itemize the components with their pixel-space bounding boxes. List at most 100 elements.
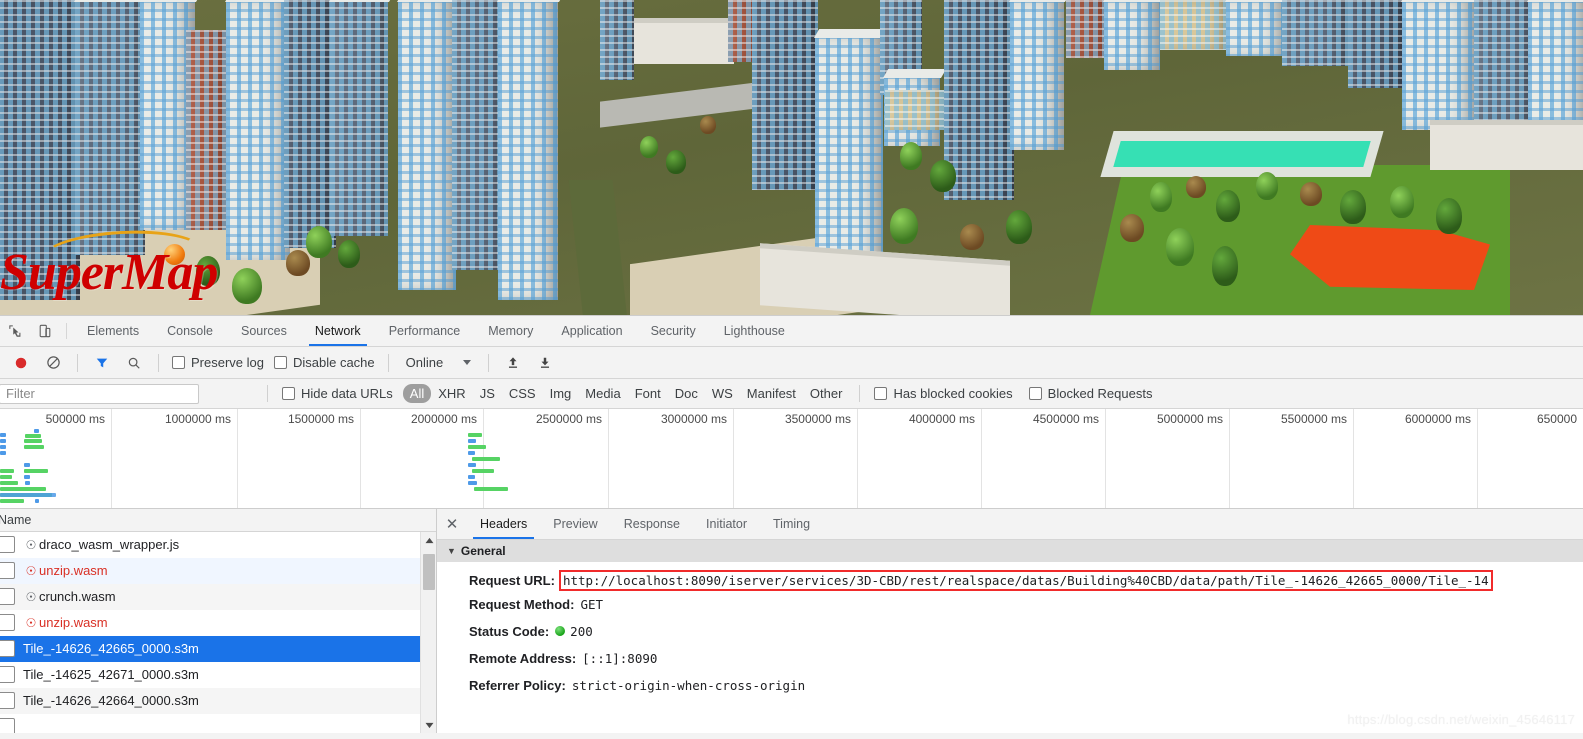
filter-type-media[interactable]: Media <box>578 384 627 403</box>
search-icon[interactable] <box>119 350 149 376</box>
throttling-select[interactable]: Online <box>398 355 480 370</box>
general-row-referrer-policy: Referrer Policy: strict-origin-when-cros… <box>469 678 1583 705</box>
row-checkbox[interactable] <box>0 640 15 657</box>
ruler-label: 6000000 ms <box>1404 412 1471 426</box>
building <box>1474 0 1534 120</box>
general-section-header[interactable]: ▼ General <box>437 540 1583 562</box>
tab-label: Security <box>650 324 696 338</box>
row-checkbox[interactable] <box>0 718 15 733</box>
request-url-value[interactable]: http://localhost:8090/iserver/services/3… <box>558 570 1493 591</box>
hide-data-urls-checkbox[interactable]: Hide data URLs <box>278 386 397 401</box>
ruler-label: 500000 ms <box>45 412 105 426</box>
overview-bar <box>0 487 46 491</box>
building <box>1009 0 1071 150</box>
tab-security[interactable]: Security <box>637 316 710 346</box>
detail-tab-timing[interactable]: Timing <box>760 509 823 539</box>
tab-console[interactable]: Console <box>153 316 227 346</box>
clear-button[interactable] <box>38 350 68 376</box>
building <box>284 0 336 248</box>
inspect-element-icon[interactable] <box>0 316 30 346</box>
overview-bar <box>0 493 56 497</box>
request-row-unzip-wasm-2[interactable]: ☉ unzip.wasm <box>0 610 436 636</box>
filter-type-font[interactable]: Font <box>628 384 668 403</box>
disable-cache-checkbox[interactable]: Disable cache <box>270 355 379 370</box>
ruler-tick <box>1477 409 1478 508</box>
close-icon[interactable]: ✕ <box>437 509 467 539</box>
request-method-label: Request Method: <box>469 597 575 612</box>
tab-network[interactable]: Network <box>301 316 375 346</box>
building <box>329 0 395 236</box>
tree <box>306 226 332 258</box>
filter-type-doc[interactable]: Doc <box>668 384 705 403</box>
record-button[interactable] <box>6 350 36 376</box>
gear-icon: ☉ <box>25 537 37 552</box>
device-toolbar-icon[interactable] <box>30 316 60 346</box>
scroll-down-arrow-icon[interactable] <box>421 717 436 733</box>
has-blocked-cookies-checkbox[interactable]: Has blocked cookies <box>870 386 1016 401</box>
remote-address-value: [::1]:8090 <box>582 651 658 666</box>
tab-memory[interactable]: Memory <box>474 316 547 346</box>
tab-application[interactable]: Application <box>547 316 636 346</box>
row-checkbox[interactable] <box>0 614 15 631</box>
detail-tab-preview[interactable]: Preview <box>540 509 610 539</box>
filter-type-img[interactable]: Img <box>543 384 579 403</box>
overview-bar <box>24 439 42 443</box>
row-checkbox[interactable] <box>0 536 15 553</box>
filter-type-xhr[interactable]: XHR <box>431 384 472 403</box>
general-row-request-method: Request Method: GET <box>469 597 1583 624</box>
tree <box>286 250 310 276</box>
filter-divider <box>859 385 861 402</box>
detail-tab-initiator[interactable]: Initiator <box>693 509 760 539</box>
export-har-icon[interactable] <box>530 350 560 376</box>
overview-bar <box>474 487 508 491</box>
row-checkbox[interactable] <box>0 666 15 683</box>
tab-performance[interactable]: Performance <box>375 316 475 346</box>
filter-type-manifest[interactable]: Manifest <box>740 384 803 403</box>
toolbar-divider <box>66 323 67 339</box>
scroll-up-arrow-icon[interactable] <box>421 532 436 548</box>
row-checkbox[interactable] <box>0 562 15 579</box>
filter-type-css[interactable]: CSS <box>502 384 543 403</box>
building <box>497 0 565 300</box>
scrollbar-thumb[interactable] <box>423 554 435 590</box>
request-row-partial[interactable] <box>0 714 436 733</box>
filter-type-ws[interactable]: WS <box>705 384 740 403</box>
building <box>225 0 297 260</box>
blocked-requests-checkbox[interactable]: Blocked Requests <box>1025 386 1157 401</box>
tree <box>1436 198 1462 234</box>
filter-icon[interactable] <box>87 350 117 376</box>
webgl-3d-city-viewport[interactable]: SuperMap <box>0 0 1583 315</box>
row-checkbox[interactable] <box>0 692 15 709</box>
tab-sources[interactable]: Sources <box>227 316 301 346</box>
tree <box>196 256 220 286</box>
request-row-draco-wasm-wrapper[interactable]: ☉ draco_wasm_wrapper.js <box>0 532 436 558</box>
tree <box>232 268 262 304</box>
filter-type-js[interactable]: JS <box>473 384 502 403</box>
tab-elements[interactable]: Elements <box>73 316 153 346</box>
ruler-label: 4000000 ms <box>908 412 975 426</box>
request-row-unzip-wasm-1[interactable]: ☉ unzip.wasm <box>0 558 436 584</box>
import-har-icon[interactable] <box>498 350 528 376</box>
preserve-log-checkbox[interactable]: Preserve log <box>168 355 268 370</box>
detail-tab-response[interactable]: Response <box>611 509 693 539</box>
request-list-header[interactable]: Name <box>0 509 436 532</box>
filter-type-other[interactable]: Other <box>803 384 850 403</box>
request-url-label: Request URL: <box>469 573 555 588</box>
request-list-scrollbar[interactable] <box>420 532 436 733</box>
tab-lighthouse[interactable]: Lighthouse <box>710 316 799 346</box>
filter-input[interactable]: Filter <box>0 383 199 404</box>
row-checkbox[interactable] <box>0 588 15 605</box>
ruler-label: 1000000 ms <box>164 412 231 426</box>
detail-tab-headers[interactable]: Headers <box>467 509 540 539</box>
request-row-tile-14626-42664[interactable]: Tile_-14626_42664_0000.s3m <box>0 688 436 714</box>
request-row-tile-14625-42671[interactable]: Tile_-14625_42671_0000.s3m <box>0 662 436 688</box>
overview-bar <box>25 434 41 438</box>
tab-label: Timing <box>773 517 811 531</box>
referrer-policy-label: Referrer Policy: <box>469 678 566 693</box>
request-list-body[interactable]: ☉ draco_wasm_wrapper.js ☉ unzip.wasm ☉ c… <box>0 532 436 733</box>
request-row-crunch-wasm[interactable]: ☉ crunch.wasm <box>0 584 436 610</box>
request-row-tile-14626-42665[interactable]: Tile_-14626_42665_0000.s3m <box>0 636 436 662</box>
filter-type-all[interactable]: All <box>402 384 432 403</box>
overview-bar <box>0 439 6 443</box>
network-overview-timeline[interactable]: 500000 ms 1000000 ms 1500000 ms 2000000 … <box>0 409 1583 509</box>
